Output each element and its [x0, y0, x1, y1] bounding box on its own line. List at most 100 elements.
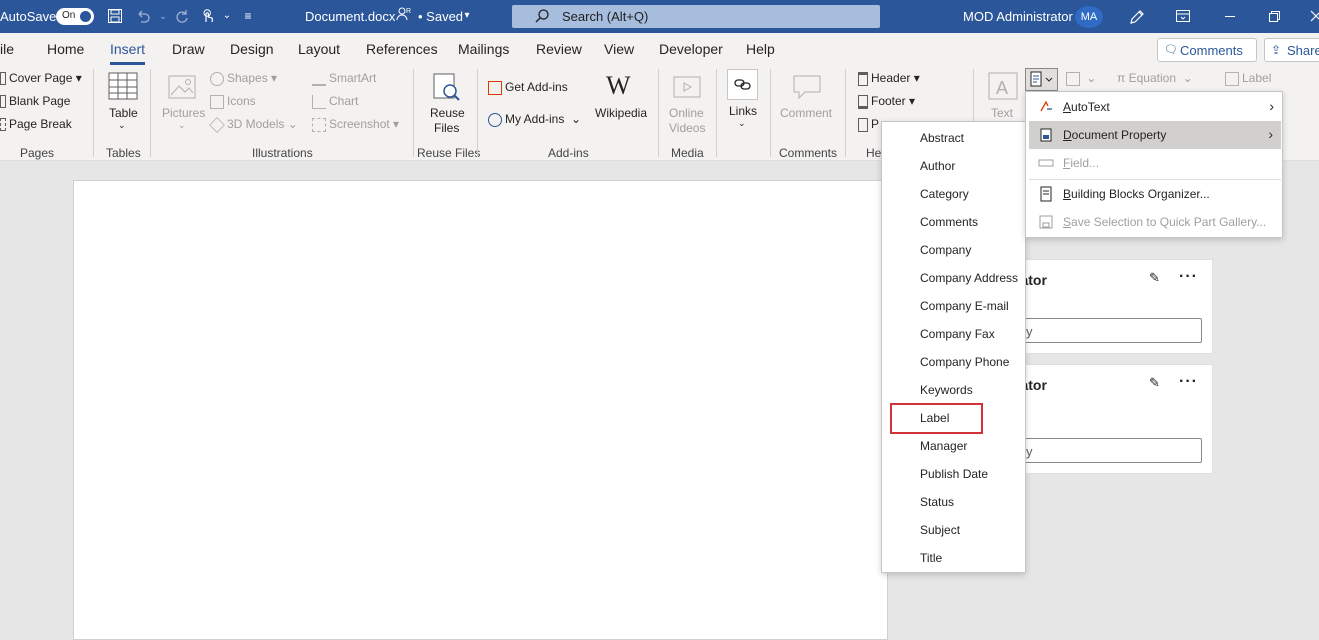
more-options-icon[interactable]: ···	[1179, 373, 1198, 391]
online-videos-icon[interactable]	[672, 73, 704, 105]
table-dropdown-icon[interactable]: ⌄	[118, 120, 126, 131]
save-status[interactable]: • Saved	[418, 9, 463, 24]
shapes-button[interactable]: Shapes ▾	[210, 71, 277, 86]
chart-button[interactable]: Chart	[312, 94, 358, 109]
links-icon[interactable]	[727, 69, 758, 100]
page-number-button[interactable]: P	[858, 117, 879, 132]
customize-toolbar-icon[interactable]: ≡	[240, 8, 256, 24]
pictures-button[interactable]: Pictures	[162, 106, 205, 120]
my-add-ins-icon	[488, 112, 502, 127]
table-icon[interactable]	[107, 71, 139, 103]
tab-home[interactable]: Home	[47, 41, 84, 57]
header-button[interactable]: Header ▾	[858, 71, 920, 86]
comments-button[interactable]: 🗨 Comments	[1157, 38, 1257, 62]
table-button[interactable]: Table	[109, 106, 138, 120]
menu-item-save-selection-to-gallery[interactable]: Save Selection to Quick Part Gallery...	[1026, 208, 1282, 236]
save-icon[interactable]	[107, 8, 123, 24]
pictures-icon[interactable]	[166, 71, 198, 103]
menu-item-publish-date[interactable]: Publish Date	[920, 467, 988, 481]
wordart-icon	[1066, 71, 1080, 86]
page-break-button[interactable]: Page Break	[0, 117, 72, 132]
close-icon[interactable]	[1308, 8, 1319, 24]
menu-item-keywords[interactable]: Keywords	[920, 383, 973, 397]
menu-item-company-email[interactable]: Company E-mail	[920, 299, 1009, 313]
undo-dropdown-icon[interactable]: ⌄	[155, 8, 171, 24]
menu-item-manager[interactable]: Manager	[920, 439, 967, 453]
menu-item-company-phone[interactable]: Company Phone	[920, 355, 1009, 369]
footer-button[interactable]: Footer ▾	[858, 94, 915, 109]
menu-item-company-fax[interactable]: Company Fax	[920, 327, 995, 341]
menu-item-title[interactable]: Title	[920, 551, 942, 565]
document-page[interactable]	[73, 180, 888, 640]
share-button[interactable]: ⇪ Share	[1264, 38, 1319, 62]
quick-parts-button[interactable]	[1025, 68, 1058, 91]
menu-item-autotext[interactable]: AutoText ›	[1026, 93, 1282, 121]
wikipedia-icon[interactable]: W	[606, 71, 631, 101]
menu-item-comments[interactable]: Comments	[920, 215, 978, 229]
restore-icon[interactable]	[1266, 8, 1282, 24]
minimize-icon[interactable]	[1222, 8, 1238, 24]
pen-icon[interactable]	[1128, 8, 1144, 24]
blank-page-button[interactable]: Blank Page	[0, 94, 70, 109]
wordart-button[interactable]: ⌄	[1066, 71, 1096, 86]
tab-draw[interactable]: Draw	[172, 41, 205, 57]
menu-item-building-blocks-organizer[interactable]: Building Blocks Organizer...	[1026, 180, 1282, 208]
edit-icon[interactable]: ✎	[1149, 375, 1160, 391]
menu-item-document-property[interactable]: Document Property ›	[1029, 121, 1281, 149]
user-name[interactable]: MOD Administrator	[963, 9, 1073, 24]
tab-design[interactable]: Design	[230, 41, 274, 57]
tab-layout[interactable]: Layout	[298, 41, 340, 57]
new-comment-icon[interactable]	[791, 71, 823, 103]
tab-file[interactable]: ile	[0, 41, 14, 57]
document-title[interactable]: Document.docx	[305, 9, 395, 24]
tab-review[interactable]: Review	[536, 41, 582, 57]
tab-references[interactable]: References	[366, 41, 438, 57]
label-button[interactable]: Label	[1225, 71, 1271, 86]
reuse-files-line2[interactable]: Files	[434, 121, 459, 135]
screenshot-button[interactable]: Screenshot ▾	[312, 117, 399, 132]
menu-item-company-address[interactable]: Company Address	[920, 271, 1018, 285]
tab-insert[interactable]: Insert	[110, 41, 146, 65]
tab-developer[interactable]: Developer	[659, 41, 723, 57]
3d-models-button[interactable]: 3D Models ⌄	[209, 116, 298, 133]
redo-icon[interactable]	[174, 8, 190, 24]
touch-mode-icon[interactable]	[200, 8, 216, 24]
my-add-ins-button[interactable]: My Add-ins ⌄	[488, 112, 581, 127]
menu-item-company[interactable]: Company	[920, 243, 971, 257]
avatar[interactable]: MA	[1075, 6, 1103, 28]
reuse-files-icon[interactable]	[430, 71, 462, 103]
menu-item-subject[interactable]: Subject	[920, 523, 960, 537]
menu-item-abstract[interactable]: Abstract	[920, 131, 964, 145]
text-box-button[interactable]: Text	[991, 106, 1013, 120]
text-box-icon[interactable]: A	[987, 71, 1019, 103]
get-add-ins-button[interactable]: Get Add-ins	[488, 80, 568, 95]
equation-button[interactable]: π Equation ⌄	[1117, 71, 1193, 85]
touch-dropdown-icon[interactable]: ⌄	[219, 8, 235, 24]
edit-icon[interactable]: ✎	[1149, 270, 1160, 286]
save-status-dropdown-icon[interactable]: ▾	[459, 8, 475, 24]
autosave-toggle[interactable]: On	[56, 8, 94, 25]
ribbon-display-icon[interactable]	[1175, 8, 1191, 24]
links-button[interactable]: Links	[729, 104, 757, 118]
menu-item-field[interactable]: Field...	[1026, 149, 1282, 177]
comment-button[interactable]: Comment	[780, 106, 832, 120]
online-videos-line1[interactable]: Online	[669, 106, 704, 120]
search-box[interactable]: Search (Alt+Q)	[512, 5, 880, 28]
highlight-box	[890, 403, 983, 434]
wikipedia-button[interactable]: Wikipedia	[595, 106, 647, 120]
online-videos-line2[interactable]: Videos	[669, 121, 705, 135]
menu-item-author[interactable]: Author	[920, 159, 955, 173]
menu-item-status[interactable]: Status	[920, 495, 954, 509]
icons-button[interactable]: Icons	[210, 94, 256, 109]
tab-mailings[interactable]: Mailings	[458, 41, 509, 57]
reuse-files-line1[interactable]: Reuse	[430, 106, 465, 120]
tab-help[interactable]: Help	[746, 41, 775, 57]
smartart-button[interactable]: SmartArt	[312, 71, 376, 86]
undo-icon[interactable]	[135, 8, 151, 24]
menu-item-category[interactable]: Category	[920, 187, 969, 201]
pictures-dropdown-icon[interactable]: ⌄	[178, 120, 186, 131]
more-options-icon[interactable]: ···	[1179, 268, 1198, 286]
tab-view[interactable]: View	[604, 41, 634, 57]
links-dropdown-icon[interactable]: ⌄	[738, 118, 746, 129]
cover-page-button[interactable]: Cover Page ▾	[0, 71, 82, 86]
